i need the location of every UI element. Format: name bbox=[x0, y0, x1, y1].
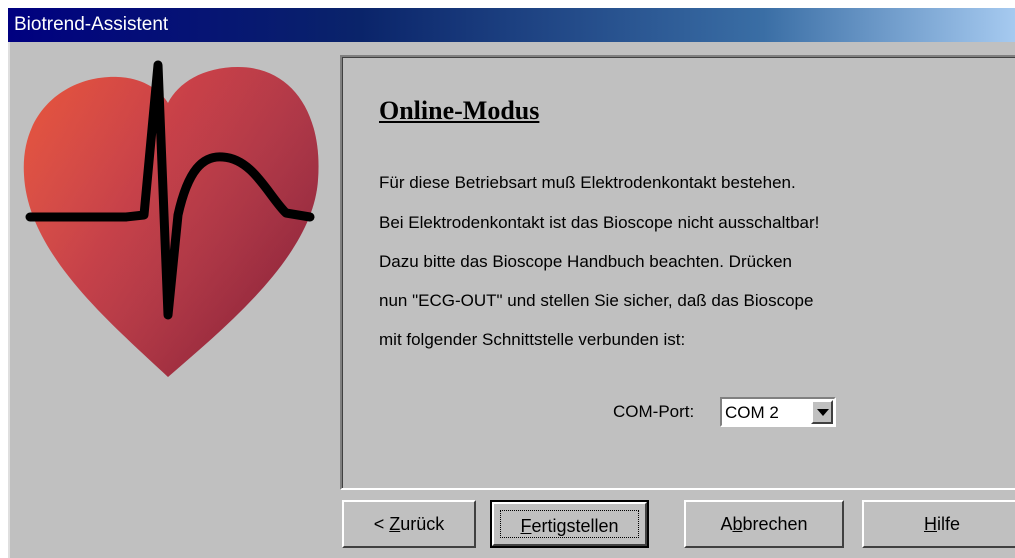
cancel-button[interactable]: Abbrechen bbox=[684, 500, 844, 548]
focus-rectangle: Fertigstellen bbox=[500, 510, 639, 538]
finish-button[interactable]: Fertigstellen bbox=[490, 500, 649, 548]
chevron-down-icon[interactable] bbox=[811, 400, 833, 424]
com-port-label: COM-Port: bbox=[613, 402, 695, 421]
wizard-window: Biotrend-Assistent Online-Modus Für dies… bbox=[0, 0, 1015, 558]
back-button[interactable]: < Zurück bbox=[342, 500, 476, 548]
heart-ecg-icon bbox=[23, 60, 319, 377]
instruction-line-2: Bei Elektrodenkontakt ist das Bioscope n… bbox=[379, 213, 820, 232]
instruction-line-4: nun "ECG-OUT" und stellen Sie sicher, da… bbox=[379, 291, 814, 310]
content-panel: Online-Modus Für diese Betriebsart muß E… bbox=[340, 55, 1015, 490]
window-frame-left bbox=[0, 0, 8, 558]
help-button[interactable]: Hilfe bbox=[862, 500, 1015, 548]
page-title: Online-Modus bbox=[379, 96, 540, 125]
com-port-value: COM 2 bbox=[725, 403, 779, 422]
title-bar[interactable]: Biotrend-Assistent bbox=[8, 8, 1015, 42]
window-frame-top bbox=[0, 0, 1015, 8]
window-frame-inner bbox=[8, 42, 10, 558]
com-port-select[interactable]: COM 2 bbox=[720, 397, 836, 427]
instruction-line-1: Für diese Betriebsart muß Elektrodenkont… bbox=[379, 173, 796, 192]
instruction-line-5: mit folgender Schnittstelle verbunden is… bbox=[379, 330, 686, 349]
instruction-line-3: Dazu bitte das Bioscope Handbuch beachte… bbox=[379, 252, 792, 271]
window-title: Biotrend-Assistent bbox=[14, 14, 169, 35]
